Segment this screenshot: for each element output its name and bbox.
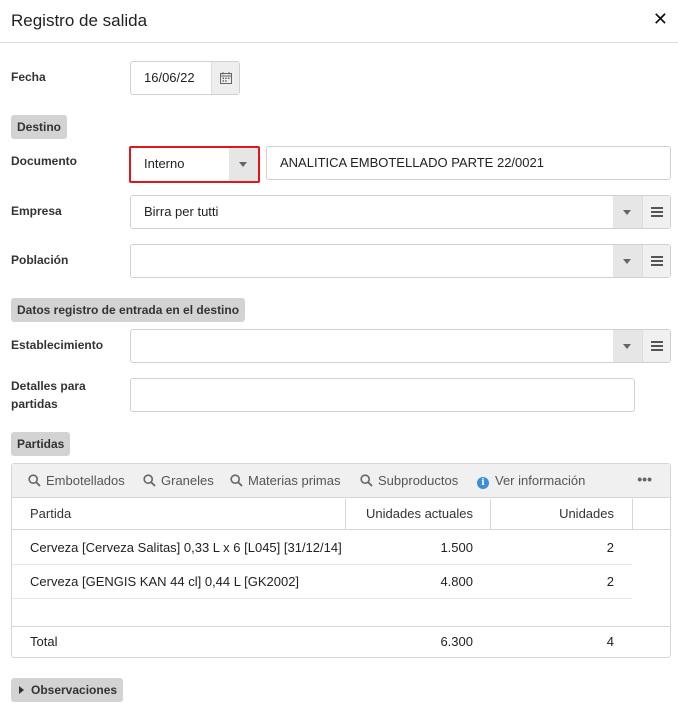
- establecimiento-label: Establecimiento: [11, 338, 104, 352]
- subproductos-button[interactable]: Subproductos: [360, 464, 458, 498]
- calendar-button[interactable]: [211, 62, 239, 94]
- table-row[interactable]: Cerveza [Cerveza Salitas] 0,33 L x 6 [L0…: [12, 531, 632, 565]
- cell-unidades[interactable]: 2: [491, 531, 632, 565]
- dialog-header: Registro de salida ✕: [0, 0, 678, 43]
- calendar-icon: [220, 72, 232, 84]
- detalles-label-line2: partidas: [11, 397, 58, 411]
- chevron-down-icon: [623, 210, 631, 215]
- search-icon: [143, 474, 156, 487]
- section-destino: Destino: [11, 115, 68, 139]
- grid-header: Partida Unidades actuales Unidades: [12, 499, 670, 530]
- search-icon: [360, 474, 373, 487]
- more-options-icon[interactable]: •••: [637, 464, 652, 498]
- materias-primas-label: Materias primas: [248, 473, 341, 488]
- column-header-unidades-actuales[interactable]: Unidades actuales: [346, 499, 491, 530]
- caret-right-icon: [19, 686, 24, 694]
- chevron-down-icon: [239, 162, 247, 167]
- close-icon[interactable]: ✕: [653, 9, 668, 29]
- info-icon: i: [477, 477, 489, 489]
- materias-primas-button[interactable]: Materias primas: [230, 464, 340, 498]
- column-divider: [632, 499, 633, 530]
- poblacion-list-button[interactable]: [642, 245, 670, 277]
- search-icon: [28, 474, 41, 487]
- empresa-dropdown[interactable]: [613, 196, 642, 228]
- empresa-list-button[interactable]: [642, 196, 670, 228]
- total-unidades-actuales: 6.300: [440, 634, 473, 649]
- observaciones-label: Observaciones: [31, 683, 118, 697]
- search-icon: [230, 474, 243, 487]
- cell-partida: Cerveza [GENGIS KAN 44 cl] 0,44 L [GK200…: [30, 574, 300, 589]
- documento-type-dropdown[interactable]: [229, 148, 258, 181]
- total-label: Total: [30, 634, 58, 649]
- poblacion-select[interactable]: [130, 244, 671, 278]
- poblacion-label: Población: [11, 253, 69, 267]
- empresa-select[interactable]: Birra per tutti: [130, 195, 671, 229]
- detalles-input[interactable]: [130, 378, 635, 412]
- grid-toolbar: Embotellados Graneles Materias primas Su…: [12, 464, 670, 498]
- cell-unidades-actuales: 1.500: [440, 540, 473, 555]
- poblacion-dropdown[interactable]: [613, 245, 642, 277]
- fecha-label: Fecha: [11, 70, 46, 84]
- establecimiento-dropdown[interactable]: [613, 330, 642, 362]
- empresa-label: Empresa: [11, 204, 62, 218]
- ver-informacion-label: Ver información: [495, 473, 586, 488]
- ver-informacion-button[interactable]: i Ver información: [477, 464, 585, 498]
- documento-type-value: Interno: [144, 156, 185, 171]
- chevron-down-icon: [623, 344, 631, 349]
- partidas-grid: Embotellados Graneles Materias primas Su…: [11, 463, 671, 658]
- chevron-down-icon: [623, 259, 631, 264]
- dialog-title: Registro de salida: [11, 11, 148, 30]
- empresa-value: Birra per tutti: [144, 204, 219, 219]
- subproductos-label: Subproductos: [378, 473, 459, 488]
- table-row[interactable]: Cerveza [GENGIS KAN 44 cl] 0,44 L [GK200…: [12, 565, 632, 599]
- fecha-field[interactable]: 16/06/22: [130, 61, 240, 95]
- graneles-button[interactable]: Graneles: [143, 464, 214, 498]
- documento-number-input[interactable]: ANALITICA EMBOTELLADO PARTE 22/0021: [266, 146, 671, 180]
- observaciones-toggle[interactable]: Observaciones: [11, 678, 124, 702]
- graneles-label: Graneles: [161, 473, 214, 488]
- embotellados-label: Embotellados: [46, 473, 125, 488]
- detalles-label-line1: Detalles para: [11, 379, 86, 393]
- documento-type-highlight: Interno: [129, 146, 260, 183]
- documento-label: Documento: [11, 154, 77, 168]
- section-datos-entrada: Datos registro de entrada en el destino: [11, 298, 246, 322]
- section-partidas: Partidas: [11, 432, 71, 456]
- column-header-partida[interactable]: Partida: [30, 499, 71, 530]
- cell-unidades-actuales: 4.800: [440, 574, 473, 589]
- grid-footer: Total 6.300 4: [12, 626, 670, 657]
- establecimiento-list-button[interactable]: [642, 330, 670, 362]
- embotellados-button[interactable]: Embotellados: [28, 464, 125, 498]
- documento-number-value: ANALITICA EMBOTELLADO PARTE 22/0021: [280, 155, 544, 170]
- column-header-unidades[interactable]: Unidades: [491, 499, 632, 530]
- documento-type-select[interactable]: Interno: [131, 148, 258, 181]
- fecha-value: 16/06/22: [144, 70, 195, 85]
- cell-partida: Cerveza [Cerveza Salitas] 0,33 L x 6 [L0…: [30, 540, 342, 555]
- total-unidades: 4: [606, 634, 614, 649]
- cell-unidades[interactable]: 2: [491, 565, 632, 599]
- establecimiento-select[interactable]: [130, 329, 671, 363]
